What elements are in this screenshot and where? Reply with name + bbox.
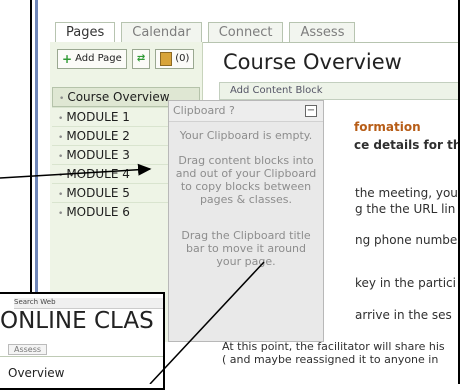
inset-tab-assess: Assess [8, 344, 48, 355]
sidebar-toolbar: + Add Page ⇄ (0) [57, 49, 195, 69]
text-line-8: ( and maybe reassigned it to anyone in [222, 353, 439, 366]
frame-right-edge [458, 0, 473, 384]
bullet-icon: • [58, 209, 64, 219]
page-label: MODULE 5 [66, 186, 130, 200]
search-label: Search Web [14, 298, 56, 306]
clipboard-button[interactable]: (0) [155, 49, 195, 69]
clipboard-help-1: Drag content blocks into and out of your… [175, 154, 317, 206]
reorder-button[interactable]: ⇄ [131, 49, 151, 69]
inset-overview: Overview [8, 366, 65, 380]
clipboard-help-2: Drag the Clipboard title bar to move it … [181, 229, 311, 268]
clipboard-title-text: Clipboard [173, 104, 226, 117]
help-icon: ? [229, 104, 235, 117]
page-label: MODULE 2 [66, 129, 130, 143]
clipboard-count: (0) [175, 53, 190, 64]
clipboard-panel[interactable]: Clipboard ? − Your Clipboard is empty. D… [168, 100, 324, 342]
page-label: Course Overview [67, 90, 170, 104]
tab-connect[interactable]: Connect [207, 22, 284, 43]
bullet-icon: • [58, 114, 64, 124]
minimize-icon[interactable]: − [305, 105, 317, 117]
clipboard-title: Clipboard ? [173, 104, 235, 117]
plus-icon: + [62, 52, 73, 66]
text-fragment-3: g the the URL lin [355, 202, 456, 216]
text-fragment-6: arrive in the ses [355, 308, 452, 322]
inset-divider [0, 356, 163, 357]
clipboard-title-bar[interactable]: Clipboard ? − [169, 101, 323, 122]
zoomed-inset: Search Web ONLINE CLAS Assess Overview [0, 292, 165, 390]
block-title-fragment: formation [354, 120, 421, 134]
text-fragment-4: ng phone numbe [355, 233, 458, 247]
arrows-icon: ⇄ [136, 53, 146, 64]
page-title: Course Overview [223, 50, 402, 74]
page-label: MODULE 3 [66, 148, 130, 162]
bullet-icon: • [58, 152, 64, 162]
add-page-label: Add Page [75, 53, 122, 64]
add-page-button[interactable]: + Add Page [57, 49, 127, 69]
top-tabs: Pages Calendar Connect Assess [55, 22, 356, 43]
bullet-icon: • [58, 133, 64, 143]
tab-pages[interactable]: Pages [55, 22, 116, 43]
page-label: MODULE 1 [66, 110, 130, 124]
inset-heading: ONLINE CLAS [0, 308, 154, 334]
text-fragment-2: the meeting, you [355, 186, 458, 200]
clipboard-empty-message: Your Clipboard is empty. [179, 129, 313, 142]
text-fragment-5: key in the partici [355, 276, 456, 290]
tab-calendar[interactable]: Calendar [121, 22, 202, 43]
page-label: MODULE 6 [66, 205, 130, 219]
page-label: MODULE 4 [66, 167, 130, 181]
add-content-block-button[interactable]: Add Content Block [219, 82, 473, 100]
text-fragment-1: ce details for th [354, 138, 462, 152]
clipboard-icon [160, 52, 173, 66]
tab-assess[interactable]: Assess [289, 22, 356, 43]
bullet-icon: • [58, 171, 64, 181]
bullet-icon: • [58, 190, 64, 200]
bullet-icon: • [59, 94, 65, 104]
